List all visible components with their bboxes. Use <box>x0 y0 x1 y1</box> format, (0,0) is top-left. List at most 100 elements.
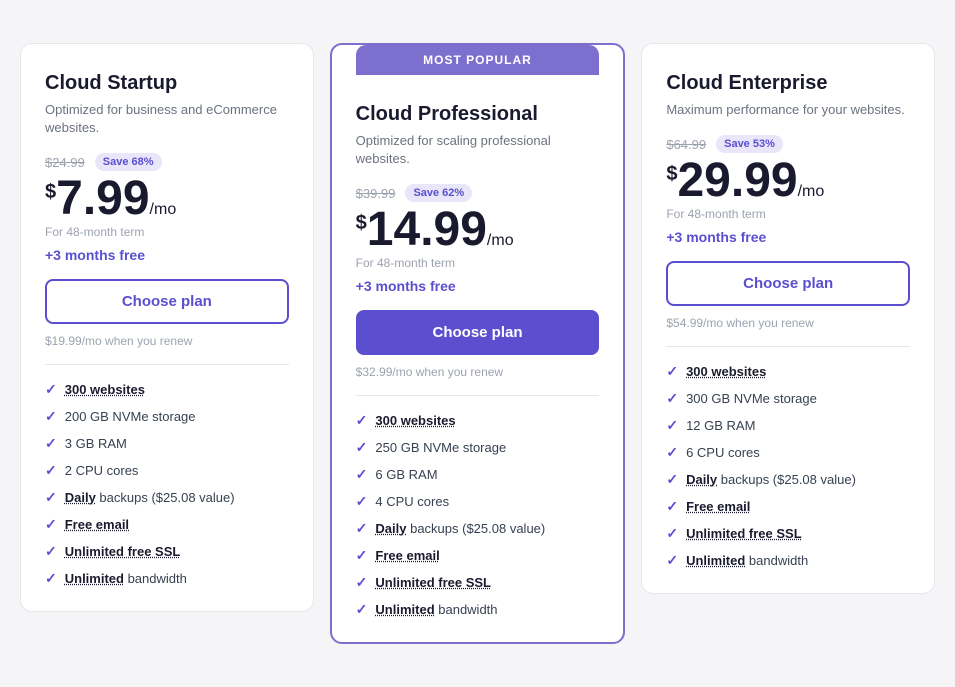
feature-text: Unlimited bandwidth <box>375 602 497 617</box>
choose-plan-button[interactable]: Choose plan <box>666 261 910 306</box>
feature-text: 300 websites <box>65 382 145 397</box>
check-icon: ✓ <box>666 525 678 542</box>
feature-item: ✓ 300 websites <box>45 381 289 398</box>
feature-text: Daily backups ($25.08 value) <box>65 490 235 505</box>
feature-item: ✓ 300 websites <box>356 412 600 429</box>
feature-item: ✓ Unlimited bandwidth <box>45 570 289 587</box>
feature-link[interactable]: Unlimited free SSL <box>65 544 181 559</box>
feature-link[interactable]: Free email <box>65 517 129 532</box>
feature-item: ✓ Unlimited bandwidth <box>666 552 910 569</box>
check-icon: ✓ <box>45 408 57 425</box>
original-price: $39.99 <box>356 186 396 201</box>
features-list: ✓ 300 websites ✓ 250 GB NVMe storage ✓ 6… <box>356 412 600 618</box>
feature-item: ✓ 6 GB RAM <box>356 466 600 483</box>
feature-text: 2 CPU cores <box>65 463 139 478</box>
feature-text: Free email <box>686 499 750 514</box>
price-dollar: $ <box>356 212 367 235</box>
feature-item: ✓ Unlimited free SSL <box>666 525 910 542</box>
feature-text: 12 GB RAM <box>686 418 755 433</box>
feature-item: ✓ 250 GB NVMe storage <box>356 439 600 456</box>
price-amount: 7.99 <box>56 175 149 223</box>
feature-link[interactable]: Daily <box>375 521 406 536</box>
feature-text: 6 CPU cores <box>686 445 760 460</box>
feature-item: ✓ 300 GB NVMe storage <box>666 390 910 407</box>
plan-description: Maximum performance for your websites. <box>666 101 910 119</box>
feature-item: ✓ Unlimited bandwidth <box>356 601 600 618</box>
feature-link[interactable]: 300 websites <box>65 382 145 397</box>
check-icon: ✓ <box>356 547 368 564</box>
price-row: $24.99 Save 68% <box>45 153 289 171</box>
feature-link[interactable]: Unlimited free SSL <box>686 526 802 541</box>
plan-name: Cloud Startup <box>45 72 289 95</box>
feature-text: 250 GB NVMe storage <box>375 440 506 455</box>
check-icon: ✓ <box>666 390 678 407</box>
price-mo: /mo <box>150 201 177 219</box>
feature-item: ✓ 6 CPU cores <box>666 444 910 461</box>
feature-item: ✓ Daily backups ($25.08 value) <box>45 489 289 506</box>
feature-text: Free email <box>375 548 439 563</box>
check-icon: ✓ <box>356 493 368 510</box>
choose-plan-button[interactable]: Choose plan <box>356 310 600 355</box>
feature-text: Unlimited free SSL <box>375 575 491 590</box>
plan-card-enterprise: Cloud Enterprise Maximum performance for… <box>641 43 935 594</box>
feature-text: 300 GB NVMe storage <box>686 391 817 406</box>
months-free: +3 months free <box>666 229 910 245</box>
feature-item: ✓ 300 websites <box>666 363 910 380</box>
plan-name: Cloud Enterprise <box>666 72 910 95</box>
check-icon: ✓ <box>666 444 678 461</box>
popular-badge: MOST POPULAR <box>356 45 600 75</box>
feature-link[interactable]: Unlimited <box>65 571 124 586</box>
feature-item: ✓ Unlimited free SSL <box>45 543 289 560</box>
feature-link[interactable]: 300 websites <box>375 413 455 428</box>
feature-item: ✓ Unlimited free SSL <box>356 574 600 591</box>
feature-text: 6 GB RAM <box>375 467 437 482</box>
feature-link[interactable]: Free email <box>686 499 750 514</box>
check-icon: ✓ <box>666 417 678 434</box>
feature-item: ✓ 2 CPU cores <box>45 462 289 479</box>
feature-text: 300 websites <box>686 364 766 379</box>
plan-description: Optimized for business and eCommerce web… <box>45 101 289 137</box>
price-display: $ 14.99 /mo <box>356 206 600 254</box>
feature-link[interactable]: Unlimited <box>686 553 745 568</box>
check-icon: ✓ <box>356 439 368 456</box>
price-term: For 48-month term <box>666 207 910 221</box>
feature-link[interactable]: Free email <box>375 548 439 563</box>
feature-link[interactable]: Unlimited free SSL <box>375 575 491 590</box>
price-dollar: $ <box>666 163 677 186</box>
feature-item: ✓ 4 CPU cores <box>356 493 600 510</box>
feature-link[interactable]: Daily <box>65 490 96 505</box>
feature-text: 3 GB RAM <box>65 436 127 451</box>
feature-item: ✓ Free email <box>666 498 910 515</box>
feature-item: ✓ Free email <box>45 516 289 533</box>
price-display: $ 29.99 /mo <box>666 157 910 205</box>
renew-price: $32.99/mo when you renew <box>356 365 600 379</box>
check-icon: ✓ <box>666 363 678 380</box>
months-free: +3 months free <box>356 278 600 294</box>
check-icon: ✓ <box>356 574 368 591</box>
feature-text: Unlimited bandwidth <box>686 553 808 568</box>
plan-card-startup: Cloud Startup Optimized for business and… <box>20 43 314 612</box>
check-icon: ✓ <box>356 601 368 618</box>
price-display: $ 7.99 /mo <box>45 175 289 223</box>
divider <box>356 395 600 396</box>
feature-text: Free email <box>65 517 129 532</box>
divider <box>666 346 910 347</box>
feature-link[interactable]: Daily <box>686 472 717 487</box>
price-dollar: $ <box>45 181 56 204</box>
feature-link[interactable]: Unlimited <box>375 602 434 617</box>
divider <box>45 364 289 365</box>
feature-item: ✓ Free email <box>356 547 600 564</box>
feature-text: Unlimited free SSL <box>65 544 181 559</box>
feature-text: Daily backups ($25.08 value) <box>686 472 856 487</box>
save-badge: Save 62% <box>405 184 472 202</box>
check-icon: ✓ <box>356 520 368 537</box>
check-icon: ✓ <box>356 412 368 429</box>
check-icon: ✓ <box>666 552 678 569</box>
feature-link[interactable]: 300 websites <box>686 364 766 379</box>
price-mo: /mo <box>487 232 514 250</box>
original-price: $64.99 <box>666 137 706 152</box>
check-icon: ✓ <box>666 471 678 488</box>
choose-plan-button[interactable]: Choose plan <box>45 279 289 324</box>
check-icon: ✓ <box>45 435 57 452</box>
feature-text: Unlimited bandwidth <box>65 571 187 586</box>
